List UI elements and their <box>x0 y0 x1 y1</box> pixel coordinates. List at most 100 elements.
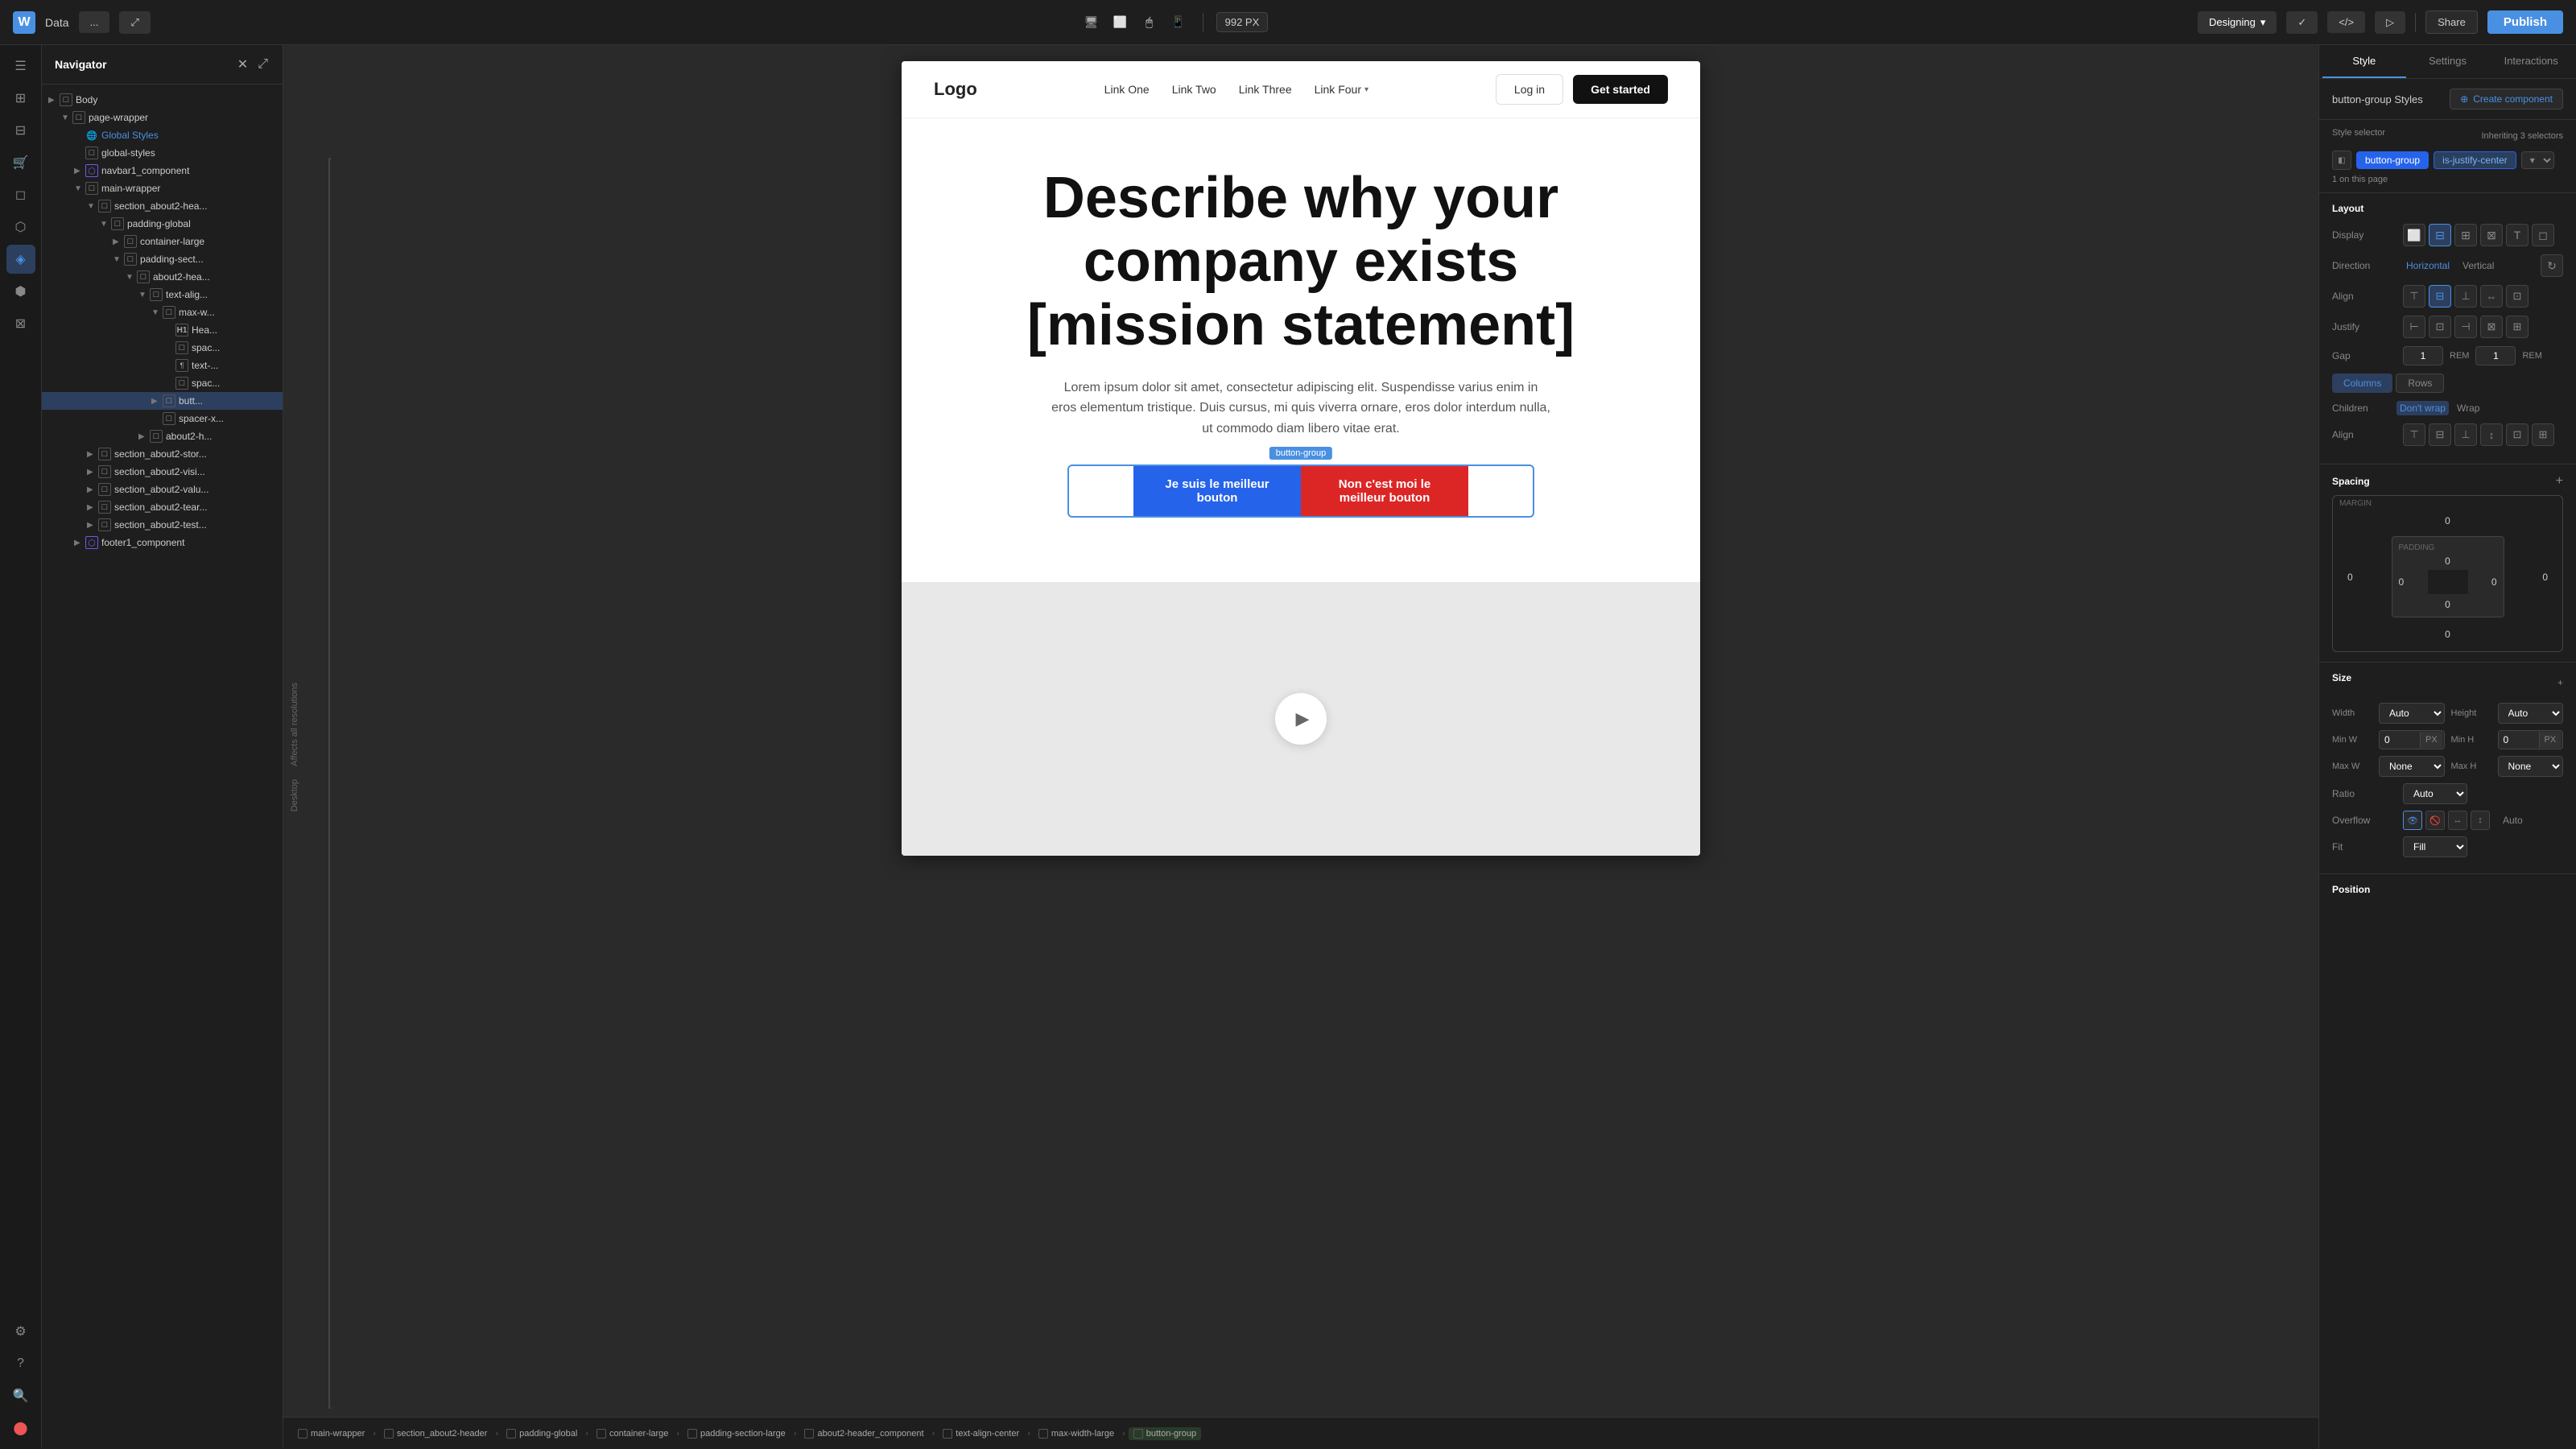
tree-item-navbar[interactable]: ▶ ⬡ navbar1_component <box>42 162 283 180</box>
tree-item-padding-sect[interactable]: ▼ □ padding-sect... <box>42 250 283 268</box>
components-icon[interactable]: ⬢ <box>6 277 35 306</box>
breadcrumb-container-large[interactable]: container-large <box>592 1427 673 1440</box>
spacing-add-button[interactable]: + <box>2556 474 2563 489</box>
selector-icon[interactable]: ◧ <box>2332 151 2351 170</box>
align-start-btn[interactable]: ⊤ <box>2403 285 2425 308</box>
width-select[interactable]: Auto <box>2379 703 2445 724</box>
nav-link-two[interactable]: Link Two <box>1172 83 1216 96</box>
max-h-select[interactable]: None <box>2498 756 2564 777</box>
margin-top-value[interactable]: 0 <box>2445 515 2450 526</box>
create-component-button[interactable]: ⊕ Create component <box>2450 89 2563 109</box>
columns-button[interactable]: Columns <box>2332 374 2392 393</box>
tree-item-spacer-x[interactable]: □ spacer-x... <box>42 410 283 427</box>
search-icon[interactable]: 🔍 <box>6 1381 35 1410</box>
breadcrumb-button-group[interactable]: button-group <box>1129 1427 1201 1440</box>
tree-item-section-about2[interactable]: ▼ □ section_about2-hea... <box>42 197 283 215</box>
nav-link-three[interactable]: Link Three <box>1239 83 1292 96</box>
primary-button[interactable]: Je suis le meilleur bouton <box>1133 466 1301 516</box>
child-align-extra-btn[interactable]: ⊞ <box>2532 423 2554 446</box>
child-align-stretch-btn[interactable]: ↕ <box>2480 423 2503 446</box>
tree-item-section-tear[interactable]: ▶ □ section_about2-tear... <box>42 498 283 516</box>
display-flex-opt[interactable]: ⊟ <box>2429 224 2451 246</box>
get-started-button[interactable]: Get started <box>1573 75 1668 104</box>
tree-item-section-stor[interactable]: ▶ □ section_about2-stor... <box>42 445 283 463</box>
margin-bottom-value[interactable]: 0 <box>2445 629 2450 640</box>
cms-icon[interactable]: ⊟ <box>6 116 35 145</box>
close-navigator-button[interactable]: ✕ <box>236 55 250 74</box>
display-inline-opt[interactable]: ⊠ <box>2480 224 2503 246</box>
code-button[interactable]: </> <box>2327 11 2365 33</box>
video-play-button[interactable]: ▶ <box>1275 693 1327 745</box>
designing-button[interactable]: Designing ▾ <box>2198 11 2277 34</box>
nav-link-four[interactable]: Link Four ▾ <box>1315 83 1368 96</box>
pages-icon[interactable]: ⊞ <box>6 84 35 113</box>
check-button[interactable]: ✓ <box>2286 11 2318 34</box>
more-menu-button[interactable]: ... <box>79 11 110 33</box>
tree-item-container-large[interactable]: ▶ □ container-large <box>42 233 283 250</box>
align-end-btn[interactable]: ⊥ <box>2454 285 2477 308</box>
dont-wrap-option[interactable]: Don't wrap <box>2396 401 2449 415</box>
tree-item-text[interactable]: ¶ text-... <box>42 357 283 374</box>
direction-extra-opt[interactable]: ↻ <box>2541 254 2563 277</box>
expand-navigator-button[interactable]: ⤢ <box>256 55 270 74</box>
tree-item-button-group[interactable]: ▶ □ butt... <box>42 392 283 410</box>
tree-item-text-alig[interactable]: ▼ □ text-alig... <box>42 286 283 303</box>
padding-left-value[interactable]: 0 <box>2399 576 2405 588</box>
navigator-icon[interactable]: ☰ <box>6 52 35 80</box>
align-baseline-btn[interactable]: ⊡ <box>2506 285 2529 308</box>
tree-item-global-styles[interactable]: 🌐 Global Styles <box>42 126 283 144</box>
display-none-opt[interactable]: ◻ <box>2532 224 2554 246</box>
help-icon[interactable]: ? <box>6 1349 35 1378</box>
overflow-scroll-y-btn[interactable]: ↕ <box>2471 811 2490 830</box>
display-text-opt[interactable]: T <box>2506 224 2529 246</box>
margin-left-value[interactable]: 0 <box>2347 572 2353 583</box>
align-center-btn[interactable]: ⊟ <box>2429 285 2451 308</box>
align-stretch-btn[interactable]: ⇔ <box>2480 285 2503 308</box>
fit-select[interactable]: Fill <box>2403 836 2467 857</box>
nav-link-one[interactable]: Link One <box>1104 83 1150 96</box>
error-icon[interactable]: ⬤ <box>6 1414 35 1443</box>
tab-settings[interactable]: Settings <box>2406 45 2490 78</box>
app-logo[interactable]: W <box>13 11 35 34</box>
tab-interactions[interactable]: Interactions <box>2489 45 2573 78</box>
tree-item-page-wrapper[interactable]: ▼ □ page-wrapper <box>42 109 283 126</box>
child-align-center-btn[interactable]: ⊟ <box>2429 423 2451 446</box>
tree-item-padding-global[interactable]: ▼ □ padding-global <box>42 215 283 233</box>
monitor-icon[interactable]: 🖥 <box>1080 11 1103 34</box>
breadcrumb-max-width[interactable]: max-width-large <box>1034 1427 1119 1440</box>
min-w-unit-btn[interactable]: PX <box>2420 732 2442 748</box>
tree-item-max-w[interactable]: ▼ □ max-w... <box>42 303 283 321</box>
mobile-icon[interactable]: 📱 <box>1167 11 1190 34</box>
padding-top-value[interactable]: 0 <box>2445 555 2450 567</box>
tree-item-heading[interactable]: H1 Hea... <box>42 321 283 339</box>
child-align-start-btn[interactable]: ⊤ <box>2403 423 2425 446</box>
tablet-icon[interactable]: ⬜ <box>1109 11 1132 34</box>
tree-item-section-valu[interactable]: ▶ □ section_about2-valu... <box>42 481 283 498</box>
selector-badge-justify-center[interactable]: is-justify-center <box>2434 151 2516 169</box>
tree-item-spacer2[interactable]: □ spac... <box>42 374 283 392</box>
selector-dropdown[interactable]: ▾ <box>2521 151 2554 169</box>
assets-icon[interactable]: ◻ <box>6 180 35 209</box>
overflow-scroll-x-btn[interactable]: ↔ <box>2448 811 2467 830</box>
justify-start-btn[interactable]: ⊢ <box>2403 316 2425 338</box>
tree-item-about2-hea[interactable]: ▼ □ about2-hea... <box>42 268 283 286</box>
gap-input-row[interactable] <box>2475 346 2516 365</box>
breadcrumb-padding-section[interactable]: padding-section-large <box>683 1427 791 1440</box>
justify-center-btn[interactable]: ⊡ <box>2429 316 2451 338</box>
wrap-option[interactable]: Wrap <box>2454 401 2483 415</box>
apps-icon[interactable]: ⊠ <box>6 309 35 338</box>
justify-around-btn[interactable]: ⊞ <box>2506 316 2529 338</box>
tree-item-section-test[interactable]: ▶ □ section_about2-test... <box>42 516 283 534</box>
tree-item-section-visi[interactable]: ▶ □ section_about2-visi... <box>42 463 283 481</box>
padding-right-value[interactable]: 0 <box>2491 576 2497 588</box>
tree-item-global-styles2[interactable]: □ global-styles <box>42 144 283 162</box>
tree-item-footer[interactable]: ▶ ⬡ footer1_component <box>42 534 283 551</box>
share-button[interactable]: Share <box>2425 10 2478 34</box>
desktop-icon[interactable]: 🖱 <box>1138 11 1161 34</box>
justify-between-btn[interactable]: ⊠ <box>2480 316 2503 338</box>
ecommerce-icon[interactable]: 🛒 <box>6 148 35 177</box>
tree-item-spacer1[interactable]: □ spac... <box>42 339 283 357</box>
breadcrumb-main-wrapper[interactable]: main-wrapper <box>293 1427 369 1440</box>
breadcrumb-section[interactable]: section_about2-header <box>379 1427 493 1440</box>
selector-badge-button-group[interactable]: button-group <box>2356 151 2429 169</box>
